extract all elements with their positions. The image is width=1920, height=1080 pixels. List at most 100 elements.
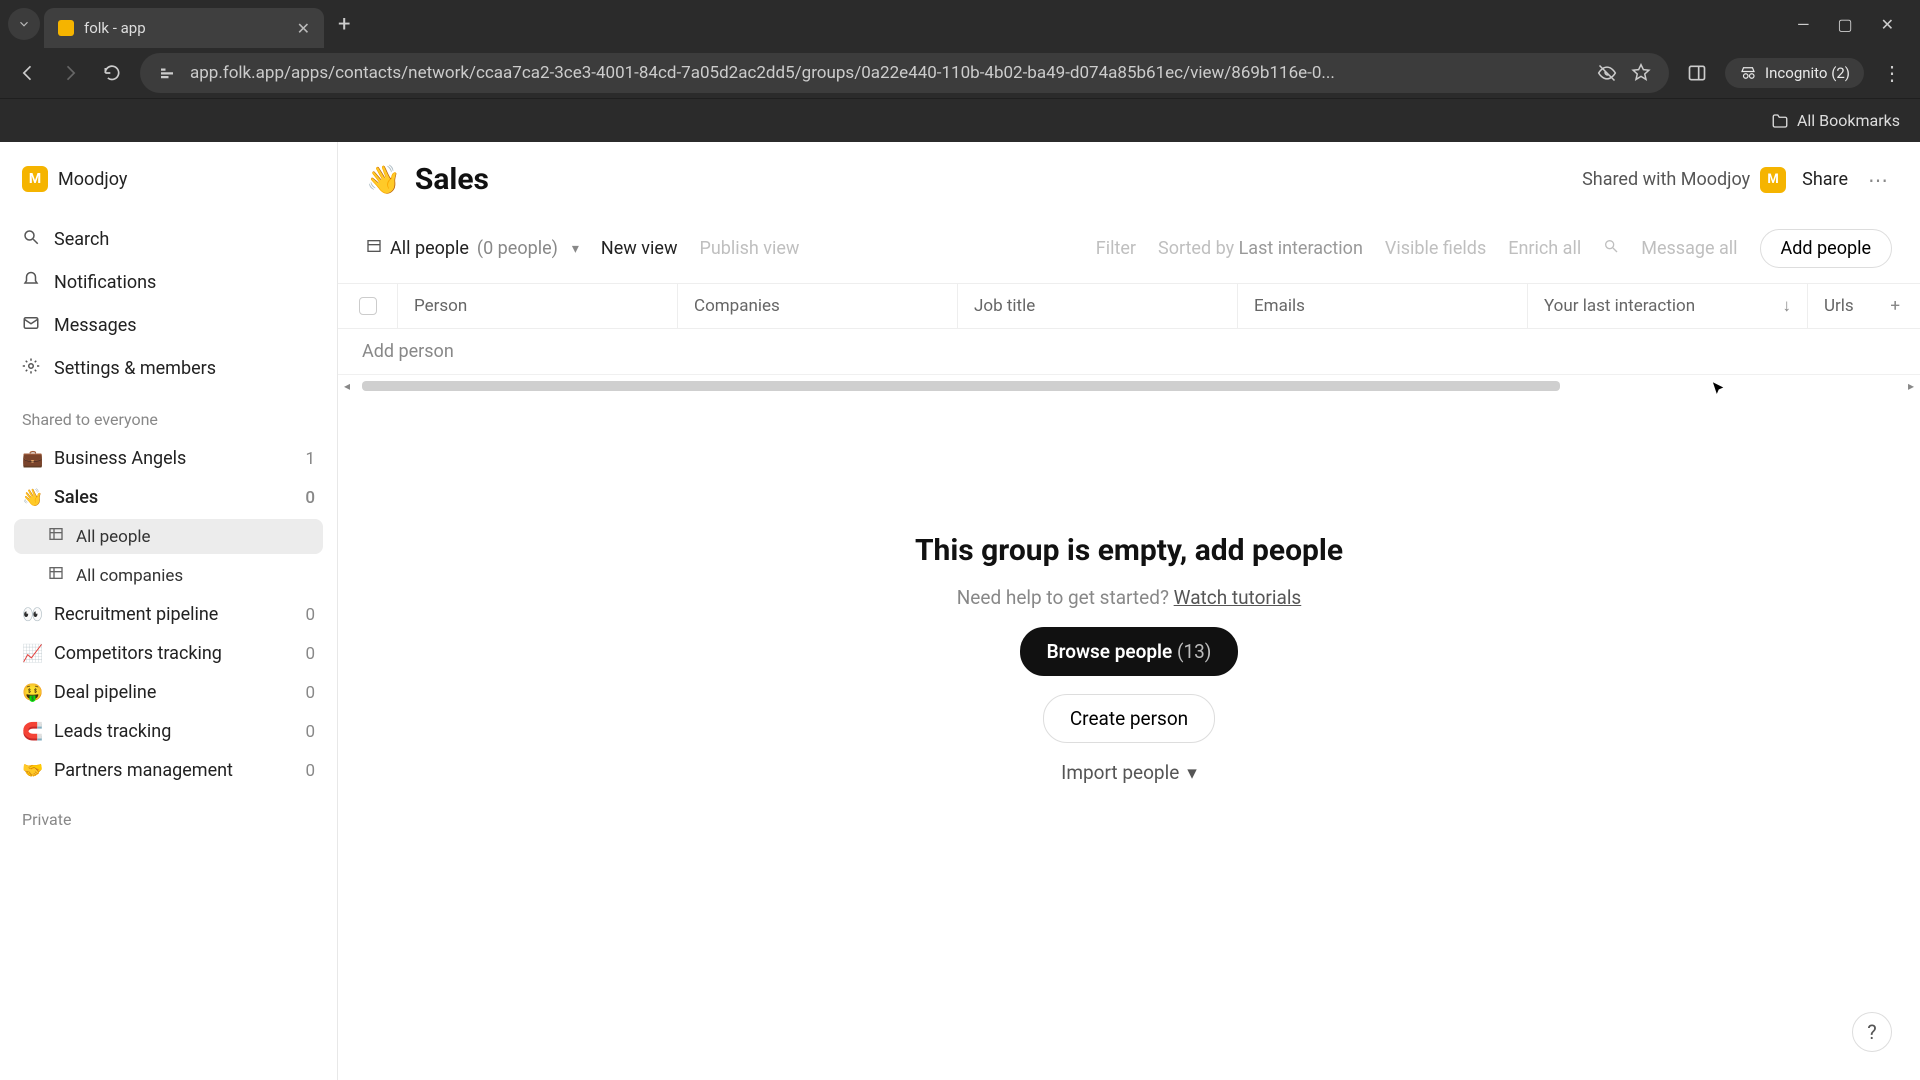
reload-icon <box>102 63 122 83</box>
add-column-button[interactable]: + <box>1890 296 1900 316</box>
arrow-left-icon <box>18 63 38 83</box>
group-count: 0 <box>305 722 315 742</box>
scrollbar-thumb[interactable] <box>362 381 1560 391</box>
new-view-button[interactable]: New view <box>601 238 678 259</box>
nav-search[interactable]: Search <box>14 220 323 259</box>
view-toolbar: All people (0 people) ▾ New view Publish… <box>338 217 1920 283</box>
browse-people-label: Browse people <box>1047 640 1173 663</box>
select-all-checkbox[interactable] <box>338 284 398 328</box>
search-table-button[interactable] <box>1603 238 1619 259</box>
sort-button[interactable]: Sorted by Last interaction <box>1158 238 1363 259</box>
shared-with-indicator[interactable]: Shared with Moodjoy M <box>1582 167 1786 193</box>
group-partners[interactable]: 🤝 Partners management 0 <box>14 753 323 788</box>
maximize-button[interactable]: ▢ <box>1837 15 1852 34</box>
nav-notifications[interactable]: Notifications <box>14 263 323 302</box>
browser-menu-button[interactable]: ⋮ <box>1878 59 1906 87</box>
page-emoji: 👋 <box>366 163 401 196</box>
incognito-indicator[interactable]: Incognito (2) <box>1725 58 1864 88</box>
add-person-input[interactable]: Add person <box>338 329 1920 375</box>
subview-all-people[interactable]: All people <box>14 519 323 554</box>
import-people-label: Import people <box>1061 761 1179 784</box>
group-recruitment[interactable]: 👀 Recruitment pipeline 0 <box>14 597 323 632</box>
table-header-row: Person Companies Job title Emails Your l… <box>338 283 1920 329</box>
column-job-title[interactable]: Job title <box>958 284 1238 328</box>
section-shared-label: Shared to everyone <box>14 392 323 437</box>
column-person[interactable]: Person <box>398 284 678 328</box>
column-emails[interactable]: Emails <box>1238 284 1528 328</box>
incognito-label: Incognito (2) <box>1765 64 1850 82</box>
message-all-button[interactable]: Message all <box>1641 238 1737 259</box>
group-count: 0 <box>305 644 315 664</box>
close-tab-button[interactable]: ✕ <box>297 19 310 38</box>
section-private-label: Private <box>14 792 323 837</box>
group-emoji: 🤝 <box>22 761 44 781</box>
shared-with-label: Shared with Moodjoy <box>1582 169 1750 190</box>
group-leads-tracking[interactable]: 🧲 Leads tracking 0 <box>14 714 323 749</box>
scroll-right-icon: ▸ <box>1908 379 1914 393</box>
group-emoji: 👋 <box>22 488 44 508</box>
group-name: Deal pipeline <box>54 682 156 703</box>
site-info-icon[interactable] <box>158 64 176 82</box>
subview-all-companies[interactable]: All companies <box>14 558 323 593</box>
column-last-interaction[interactable]: Your last interaction ↓ <box>1528 284 1808 328</box>
group-emoji: 🧲 <box>22 722 44 742</box>
close-window-button[interactable]: ✕ <box>1881 15 1894 34</box>
horizontal-scrollbar[interactable]: ◂ ▸ <box>338 379 1920 393</box>
all-bookmarks-button[interactable]: All Bookmarks <box>1771 111 1900 130</box>
group-sales[interactable]: 👋 Sales 0 <box>14 480 323 515</box>
group-name: Recruitment pipeline <box>54 604 218 625</box>
watch-tutorials-link[interactable]: Watch tutorials <box>1174 586 1302 609</box>
publish-view-button[interactable]: Publish view <box>699 238 799 259</box>
add-people-button[interactable]: Add people <box>1760 229 1892 268</box>
chevron-down-icon: ▾ <box>572 241 579 257</box>
subview-label: All companies <box>76 566 183 586</box>
group-business-angels[interactable]: 💼 Business Angels 1 <box>14 441 323 476</box>
app-root: M Moodjoy Search Notifications Messages <box>0 142 1920 1080</box>
enrich-all-button[interactable]: Enrich all <box>1508 238 1581 259</box>
nav-settings[interactable]: Settings & members <box>14 349 323 388</box>
group-name: Sales <box>54 487 98 508</box>
group-emoji: 🤑 <box>22 683 44 703</box>
group-name: Competitors tracking <box>54 643 222 664</box>
visible-fields-button[interactable]: Visible fields <box>1385 238 1486 259</box>
table-icon <box>48 526 66 547</box>
column-companies[interactable]: Companies <box>678 284 958 328</box>
view-selector[interactable]: All people (0 people) ▾ <box>366 238 579 259</box>
group-emoji: 💼 <box>22 449 44 469</box>
browser-tab[interactable]: folk - app ✕ <box>44 8 324 48</box>
import-people-button[interactable]: Import people ▾ <box>1061 761 1197 784</box>
url-bar[interactable]: app.folk.app/apps/contacts/network/ccaa7… <box>140 53 1669 93</box>
side-panel-button[interactable] <box>1683 59 1711 87</box>
workspace-name: Moodjoy <box>58 169 127 190</box>
workspace-badge: M <box>22 166 48 192</box>
column-urls[interactable]: Urls + <box>1808 284 1920 328</box>
back-button[interactable] <box>14 59 42 87</box>
window-controls: ― ▢ ✕ <box>1797 15 1912 34</box>
bookmark-bar: All Bookmarks <box>0 98 1920 142</box>
share-button[interactable]: Share <box>1802 169 1848 190</box>
new-tab-button[interactable]: + <box>328 12 360 37</box>
help-fab-button[interactable]: ? <box>1852 1012 1892 1052</box>
group-deal-pipeline[interactable]: 🤑 Deal pipeline 0 <box>14 675 323 710</box>
workspace-switcher[interactable]: M Moodjoy <box>14 160 323 198</box>
url-text: app.folk.app/apps/contacts/network/ccaa7… <box>190 63 1583 83</box>
more-menu-button[interactable]: ⋯ <box>1864 168 1892 192</box>
filter-button[interactable]: Filter <box>1096 238 1136 259</box>
nav-messages-label: Messages <box>54 315 137 336</box>
browse-people-button[interactable]: Browse people (13) <box>1020 627 1239 676</box>
incognito-icon <box>1739 64 1757 82</box>
chevron-down-icon <box>17 17 31 31</box>
eye-off-icon[interactable] <box>1597 63 1617 83</box>
subview-label: All people <box>76 527 151 547</box>
create-person-button[interactable]: Create person <box>1043 694 1215 743</box>
reload-button[interactable] <box>98 59 126 87</box>
minimize-button[interactable]: ― <box>1797 15 1810 34</box>
folder-icon <box>1771 112 1789 130</box>
forward-button[interactable] <box>56 59 84 87</box>
group-competitors[interactable]: 📈 Competitors tracking 0 <box>14 636 323 671</box>
nav-bar: app.folk.app/apps/contacts/network/ccaa7… <box>0 48 1920 98</box>
nav-messages[interactable]: Messages <box>14 306 323 345</box>
tabs-dropdown-button[interactable] <box>8 8 40 40</box>
star-icon[interactable] <box>1631 63 1651 83</box>
table-icon <box>366 238 382 259</box>
